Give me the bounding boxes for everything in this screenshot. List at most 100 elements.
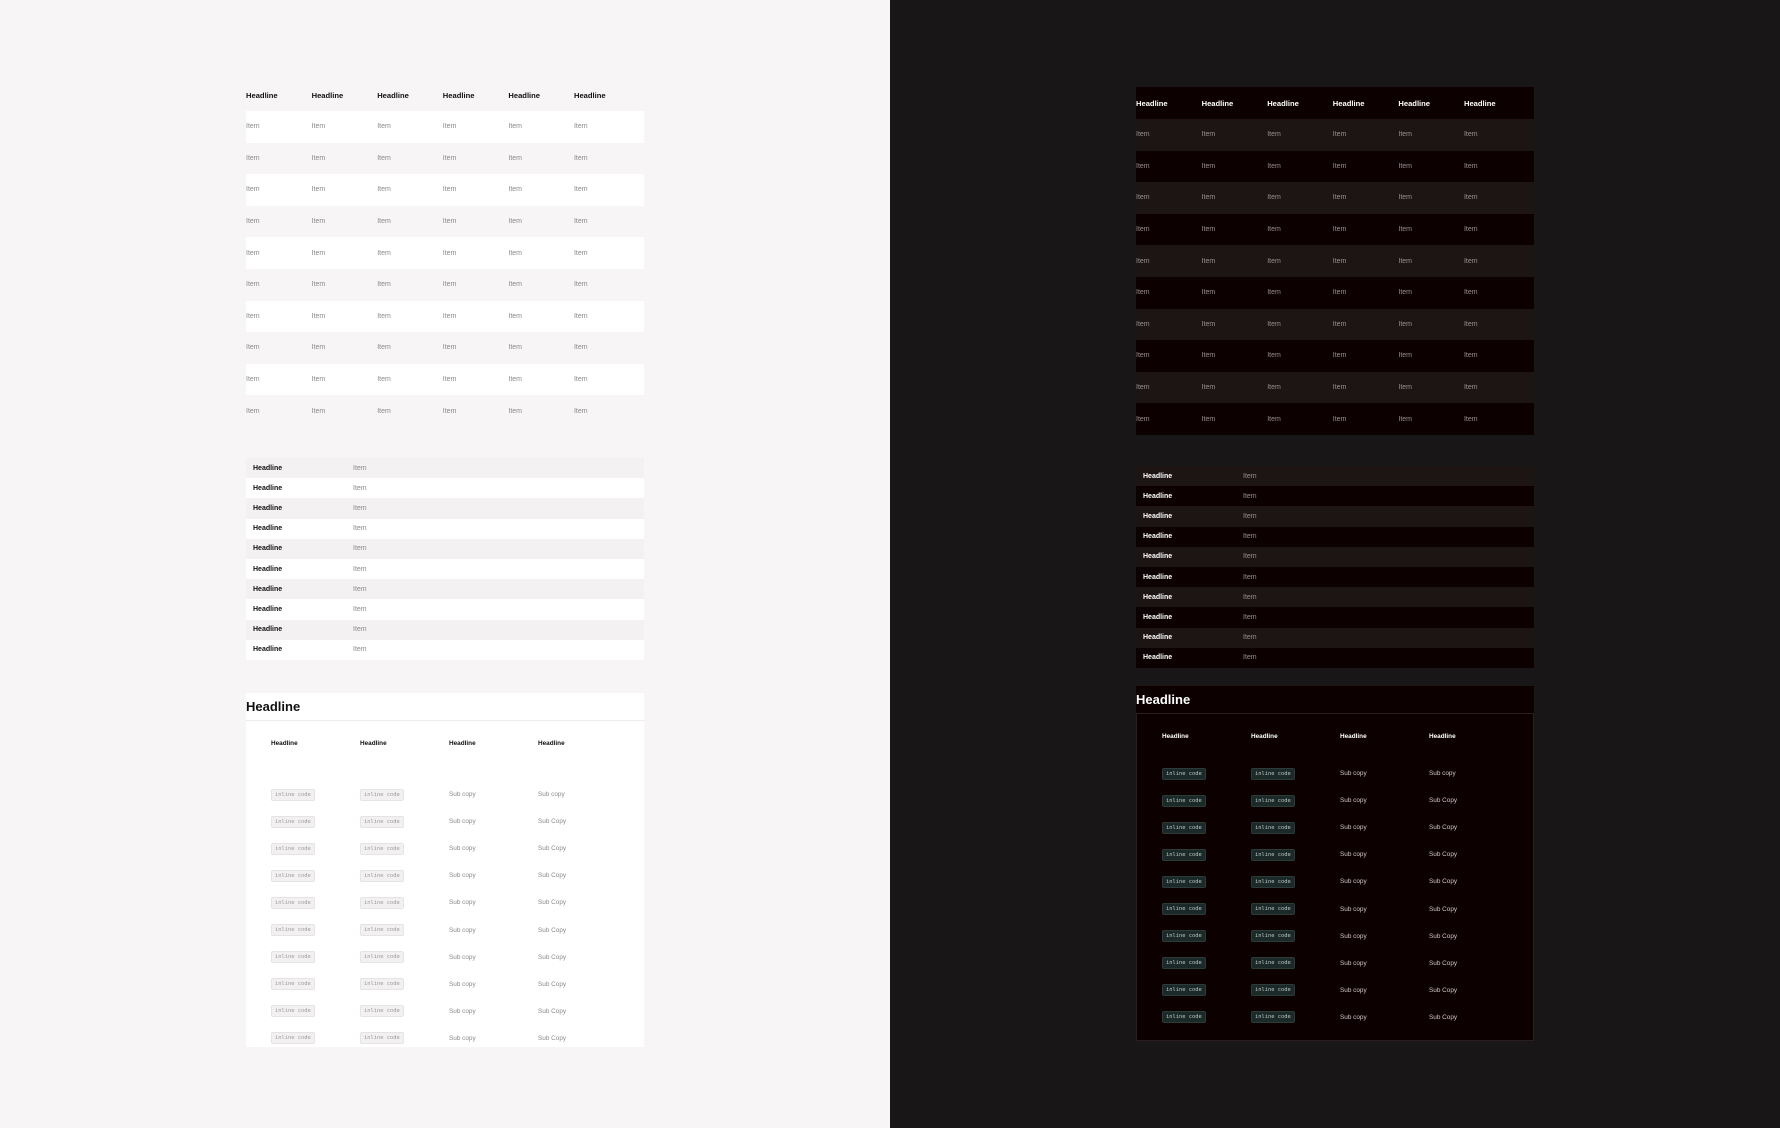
item-label: Headline [1143, 573, 1173, 581]
table-cell: Sub Copy [1429, 905, 1458, 913]
inline-code: inline code [271, 1005, 315, 1018]
table-cell: Item [377, 281, 391, 289]
item-value: Item [353, 504, 367, 512]
table-cell: Sub Copy [538, 899, 567, 907]
table-cell: inline code [271, 869, 360, 882]
list-item: Headline Item [1136, 627, 1534, 648]
table-cell: Item [508, 376, 522, 384]
table-cell: Item [1267, 384, 1281, 392]
table-cell: Item [573, 218, 588, 226]
table-cell: Item [1201, 226, 1216, 234]
list-item: Headline Item [1136, 647, 1534, 668]
table-cell: Item [573, 344, 588, 352]
table-cell: inline code [360, 896, 449, 909]
table-cell: Sub copy [1340, 851, 1367, 859]
table-cell: Item [1201, 257, 1216, 265]
inline-code: inline code [1162, 767, 1206, 780]
inline-code: inline code [360, 1032, 404, 1045]
table-cell: Item [573, 249, 588, 257]
inline-code: inline code [1251, 848, 1295, 861]
table-cell: Item [1136, 289, 1150, 297]
grid-header-row: Headline Headline Headline Headline Headline… [1136, 87, 1534, 119]
column-header: Headline [1340, 733, 1367, 740]
table-cell: Item [1398, 352, 1412, 360]
table-cell: inline code [360, 1032, 449, 1045]
inline-code: inline code [1251, 767, 1295, 780]
list-item: Headline Item [246, 619, 644, 640]
item-label: Headline [1143, 553, 1173, 561]
table-cell: Item [246, 281, 260, 289]
table-cell: Item [1463, 320, 1478, 328]
item-label: Headline [1143, 472, 1173, 480]
table-cell: Item [377, 186, 391, 194]
inline-code: inline code [360, 924, 404, 937]
table-cell: Sub Copy [538, 872, 567, 880]
inline-code: inline code [1162, 930, 1206, 943]
table-cell: Item [311, 249, 326, 257]
table-row: inline code inline code Sub copy Sub Copy [1162, 841, 1518, 868]
code-table-section-dark: Headline Headline Headline Headline Headlin… [1136, 686, 1534, 1041]
table-row: Item Item Item Item Item Item [1136, 245, 1534, 277]
item-value: Item [1243, 553, 1257, 561]
table-cell: Sub Copy [1429, 878, 1458, 886]
list-item: Headline Item [246, 458, 644, 479]
table-cell: Item [1267, 194, 1281, 202]
table-cell: Item [1136, 320, 1150, 328]
inline-code: inline code [360, 869, 404, 882]
table-cell: Sub copy [1340, 1013, 1367, 1021]
inline-code: inline code [1162, 957, 1206, 970]
column-header: Headline [508, 90, 541, 100]
list-item: Headline Item [246, 579, 644, 600]
table-cell: Item [1332, 352, 1347, 360]
table-row: inline code inline code Sub copy Sub Copy [1162, 895, 1518, 922]
item-value: Item [1243, 613, 1257, 621]
table-cell: Item [1398, 226, 1412, 234]
inline-code: inline code [1251, 930, 1295, 943]
table-cell: Item [1332, 320, 1347, 328]
column-header: Headline [360, 740, 387, 747]
table-cell: Item [377, 154, 391, 162]
table-cell: Sub Copy [1429, 851, 1458, 859]
table-cell: Item [1463, 415, 1478, 423]
table-cell: Item [1201, 415, 1216, 423]
table-row: Item Item Item Item Item Item [246, 332, 644, 364]
table-cell: Sub Copy [1429, 1013, 1458, 1021]
table-row: inline code inline code Sub copy Sub Copy [1162, 950, 1518, 977]
table-row: Item Item Item Item Item Item [1136, 308, 1534, 341]
table-cell: Item [246, 123, 260, 131]
table-cell: Item [1332, 415, 1347, 423]
table-cell: Item [1201, 131, 1216, 139]
table-cell: inline code [1251, 984, 1340, 997]
item-label: Headline [1143, 492, 1173, 500]
table-cell: Item [573, 312, 588, 320]
table-cell: Item [246, 312, 260, 320]
inline-code: inline code [271, 924, 315, 937]
table-cell: inline code [271, 896, 360, 909]
table-cell: Item [442, 249, 457, 257]
list-item: Headline Item [246, 599, 644, 620]
table-cell: Item [1398, 162, 1412, 170]
table-row: Item Item Item Item Item Item [246, 237, 644, 269]
table-cell: Sub copy [449, 845, 476, 853]
table-row: inline code inline code Sub copy Sub Copy [1162, 977, 1518, 1004]
table-row: inline code inline code Sub copy Sub Copy [271, 808, 627, 835]
table-cell: Sub copy [1340, 878, 1367, 886]
inline-code: inline code [1162, 1011, 1206, 1024]
table-cell: Sub copy [1340, 905, 1367, 913]
column-header: Headline [449, 740, 476, 747]
table-row: Item Item Item Item Item Item [1136, 403, 1534, 435]
table-cell: Item [377, 249, 391, 257]
column-header: Headline [1136, 98, 1168, 108]
list-item: Headline Item [1136, 566, 1534, 588]
table-cell: inline code [1162, 903, 1251, 916]
inline-code: inline code [1162, 875, 1206, 888]
code-table-header: Headline Headline Headline Headline [1162, 733, 1518, 740]
table-cell: Sub copy [449, 1007, 476, 1015]
column-header: Headline [1162, 733, 1189, 740]
table-cell: Item [377, 218, 391, 226]
inline-code: inline code [271, 842, 315, 855]
table-cell: Sub Copy [1429, 959, 1458, 967]
table-cell: Item [442, 186, 457, 194]
table-cell: Item [1136, 131, 1150, 139]
item-value: Item [353, 565, 367, 573]
